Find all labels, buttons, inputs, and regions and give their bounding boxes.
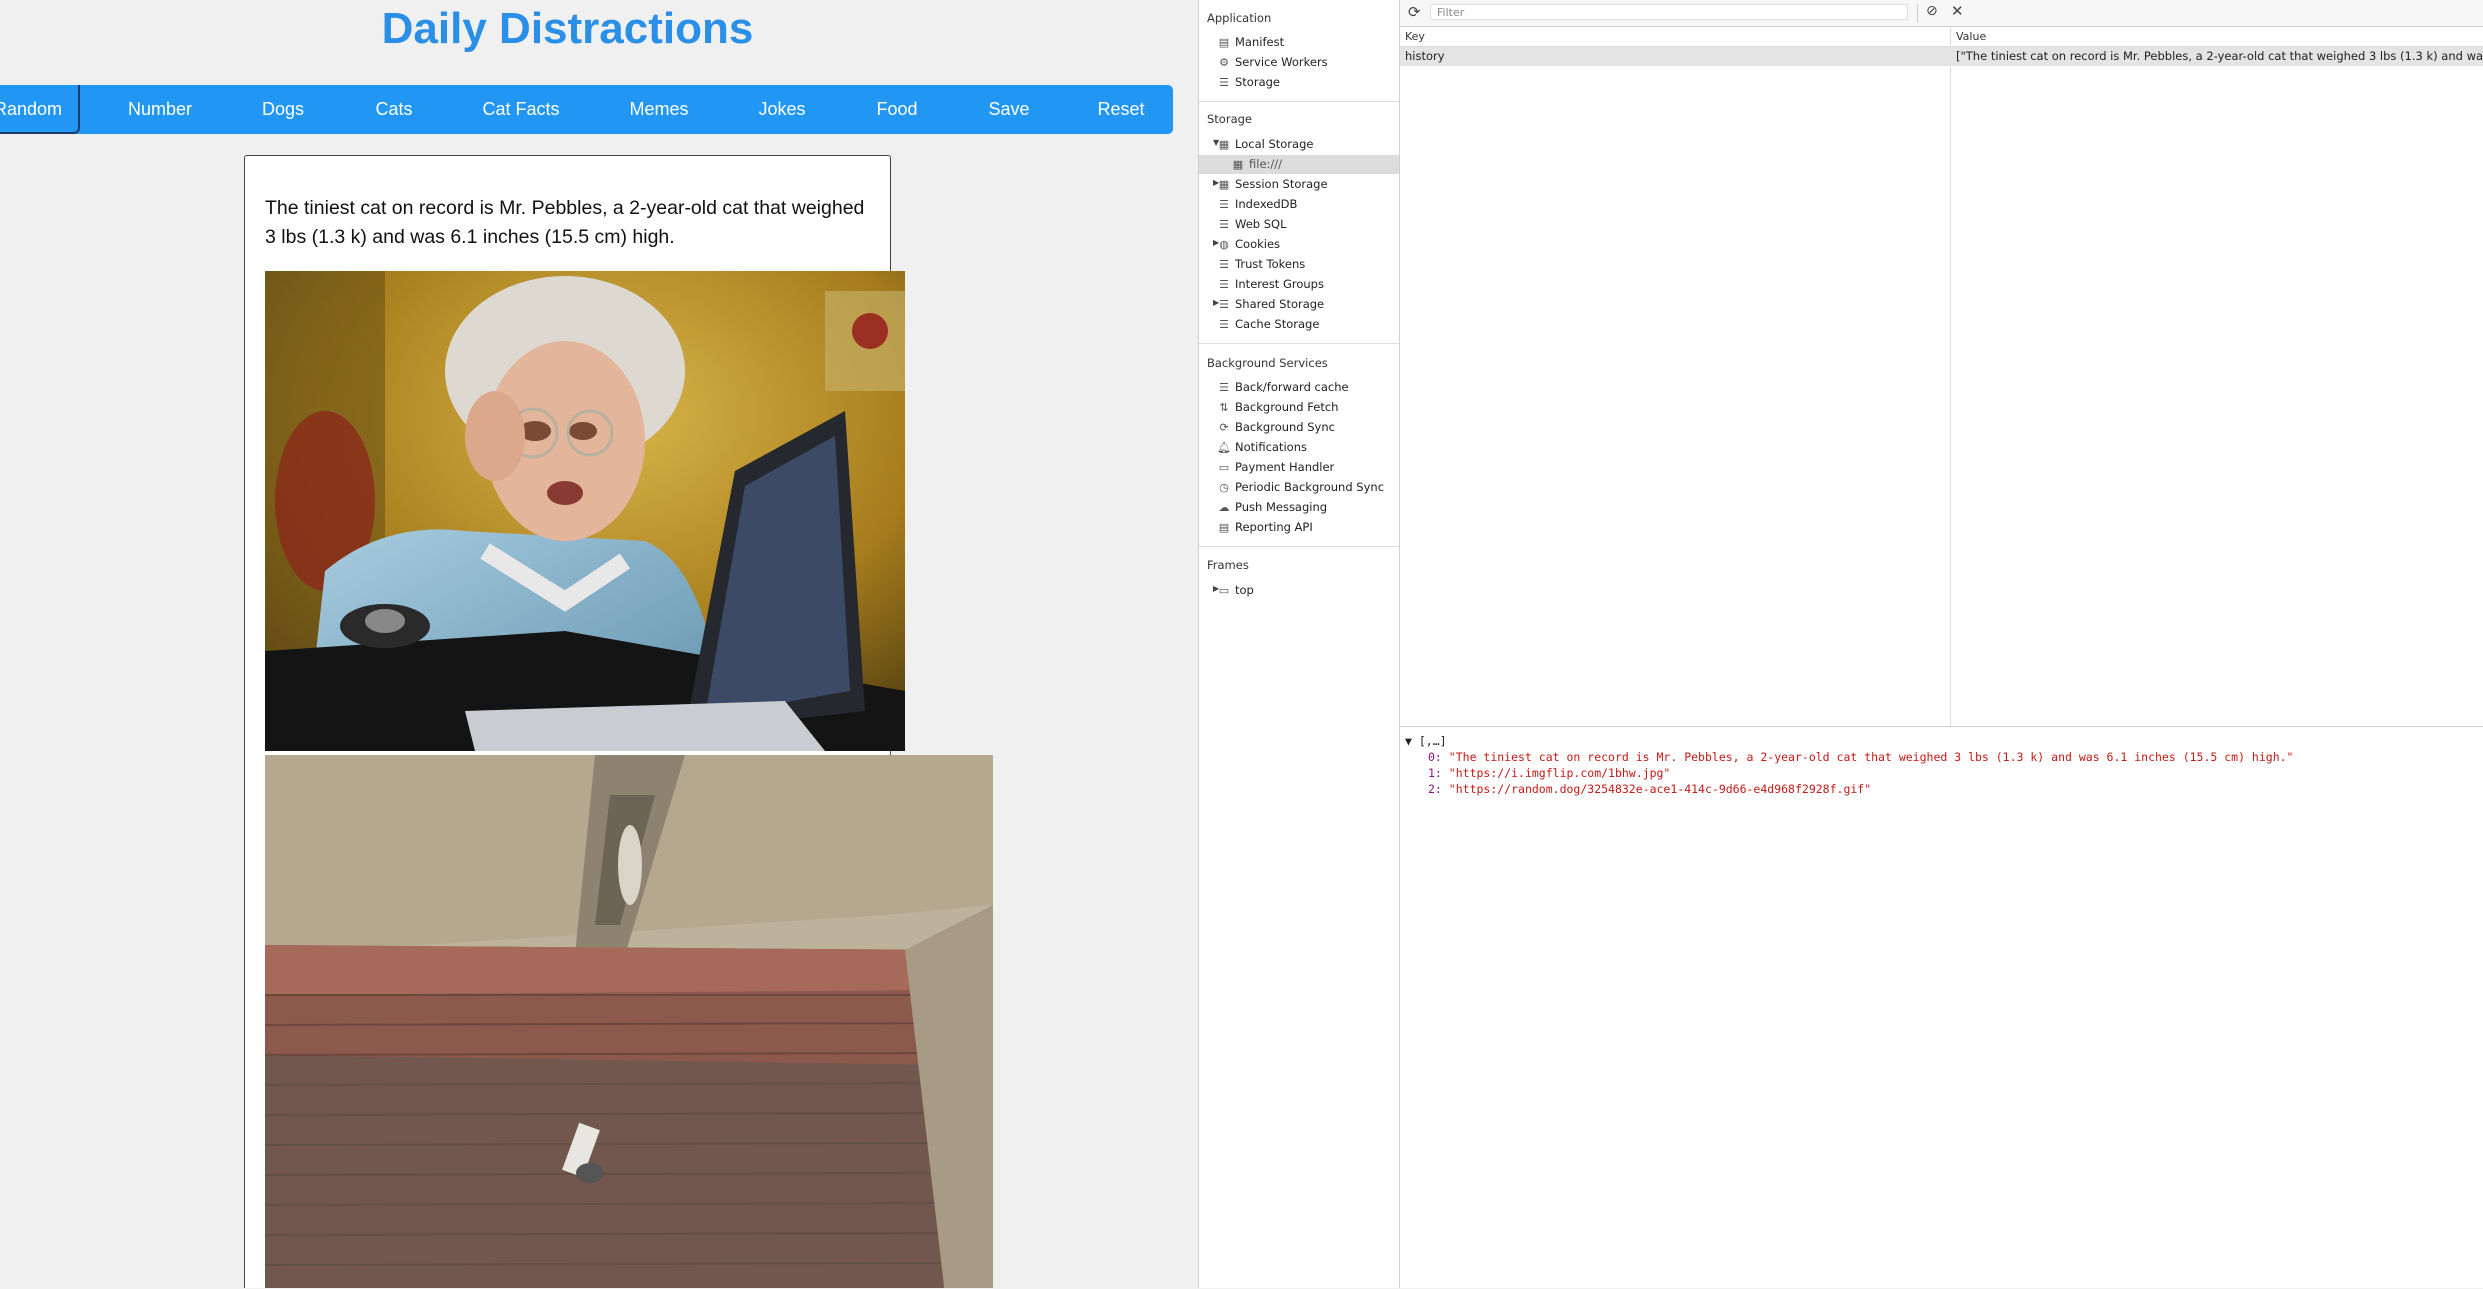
arrows-updown-icon: ⇅ xyxy=(1219,401,1229,414)
delete-selected-icon[interactable]: ✕ xyxy=(1951,2,1964,20)
cat-fact-text: The tiniest cat on record is Mr. Pebbles… xyxy=(265,197,865,248)
preview-item: 0: "The tiniest cat on record is Mr. Peb… xyxy=(1428,750,2294,764)
table-header: Key Value xyxy=(1400,27,2483,47)
file-icon: ▤ xyxy=(1218,521,1230,534)
value-column-header[interactable]: Value xyxy=(1956,30,1986,43)
sidebar-item-notifications[interactable]: 🔔︎ Notifications xyxy=(1217,437,1307,457)
frames-header: Frames xyxy=(1207,558,1249,572)
sidebar-item-storage[interactable]: ☰ Storage xyxy=(1217,72,1280,92)
sidebar-item-bfcache[interactable]: ☰ Back/forward cache xyxy=(1217,377,1349,397)
bell-icon: 🔔︎ xyxy=(1217,441,1231,454)
section-divider xyxy=(1199,546,1399,547)
section-divider xyxy=(1199,101,1399,102)
dog-gif-image xyxy=(265,755,993,1288)
key-column-header[interactable]: Key xyxy=(1405,30,1425,43)
storage-view: ⟳ ⊘ ✕ Key Value history ["The tiniest ca… xyxy=(1400,0,2483,1288)
sidebar-item-indexeddb[interactable]: ☰ IndexedDB xyxy=(1217,194,1297,214)
application-sidebar: Application ▤ Manifest ⚙ Service Workers ☰… xyxy=(1199,0,1400,1288)
sidebar-item-reporting-api[interactable]: ▤ Reporting API xyxy=(1217,517,1313,537)
database-icon: ☰ xyxy=(1219,258,1229,271)
sync-icon: ⟳ xyxy=(1219,421,1229,434)
preview-item: 2: "https://random.dog/3254832e-ace1-414… xyxy=(1428,782,1872,796)
file-icon: ▤ xyxy=(1218,36,1230,49)
nav-reset[interactable]: Reset xyxy=(1097,85,1144,134)
devtools-panel: Application ▤ Manifest ⚙ Service Workers ☰… xyxy=(1198,0,2483,1288)
database-icon: ☰ xyxy=(1219,298,1229,311)
sidebar-item-session-storage[interactable]: ▦ Session Storage xyxy=(1217,174,1328,194)
frame-icon: ▭ xyxy=(1218,584,1230,597)
database-icon: ☰ xyxy=(1219,198,1229,211)
sidebar-item-local-storage[interactable]: ▦ Local Storage xyxy=(1217,134,1314,154)
row-value: ["The tiniest cat on record is Mr. Pebbl… xyxy=(1956,49,2483,63)
refresh-icon[interactable]: ⟳ xyxy=(1408,3,1421,21)
nav-cats[interactable]: Cats xyxy=(375,85,412,134)
sidebar-item-interest-groups[interactable]: ☰ Interest Groups xyxy=(1217,274,1324,294)
cloud-icon: ☁ xyxy=(1218,501,1230,514)
sidebar-item-cache-storage[interactable]: ☰ Cache Storage xyxy=(1217,314,1319,334)
row-key: history xyxy=(1405,49,1445,63)
table-row[interactable]: history ["The tiniest cat on record is M… xyxy=(1400,47,2483,66)
column-divider[interactable] xyxy=(1950,27,1951,727)
sidebar-item-background-fetch[interactable]: ⇅ Background Fetch xyxy=(1217,397,1338,417)
storage-toolbar: ⟳ ⊘ ✕ xyxy=(1400,0,2483,27)
sidebar-item-frame-top[interactable]: ▭ top xyxy=(1217,580,1254,600)
preview-item: 1: "https://i.imgflip.com/1bhw.jpg" xyxy=(1428,766,1671,780)
application-section-header: Application xyxy=(1207,11,1272,25)
database-icon: ☰ xyxy=(1219,278,1229,291)
section-divider xyxy=(1199,343,1399,344)
nav-dogs[interactable]: Dogs xyxy=(262,85,304,134)
grid-icon: ▦ xyxy=(1232,158,1244,171)
sidebar-item-trust-tokens[interactable]: ☰ Trust Tokens xyxy=(1217,254,1305,274)
sidebar-item-periodic-sync[interactable]: ◷ Periodic Background Sync xyxy=(1217,477,1384,497)
nav-food[interactable]: Food xyxy=(876,85,917,134)
nav-number[interactable]: Number xyxy=(128,85,192,134)
database-icon: ☰ xyxy=(1219,318,1229,331)
cookie-icon: ◍ xyxy=(1219,238,1229,251)
nav-random[interactable]: Random xyxy=(0,85,62,134)
sidebar-item-websql[interactable]: ☰ Web SQL xyxy=(1217,214,1286,234)
web-page: Daily Distractions Random Number Dogs Ca… xyxy=(0,0,1182,1288)
sidebar-item-service-workers[interactable]: ⚙ Service Workers xyxy=(1217,52,1328,72)
background-services-header: Background Services xyxy=(1207,356,1328,370)
page-title: Daily Distractions xyxy=(381,4,754,53)
preview-array-head[interactable]: ▼ [,…] xyxy=(1405,734,1447,748)
meme-image xyxy=(265,271,905,751)
nav-save[interactable]: Save xyxy=(988,85,1029,134)
nav-memes[interactable]: Memes xyxy=(629,85,688,134)
grid-icon: ▦ xyxy=(1218,178,1230,191)
sidebar-item-background-sync[interactable]: ⟳ Background Sync xyxy=(1217,417,1335,437)
database-icon: ☰ xyxy=(1219,76,1229,89)
sidebar-item-push-messaging[interactable]: ☁ Push Messaging xyxy=(1217,497,1328,517)
database-icon: ☰ xyxy=(1219,381,1229,394)
selected-row-highlight xyxy=(1199,155,1399,174)
clear-all-icon[interactable]: ⊘ xyxy=(1926,3,1938,19)
clock-icon: ◷ xyxy=(1219,481,1229,494)
storage-section-header: Storage xyxy=(1207,112,1252,126)
toolbar-divider xyxy=(1917,4,1918,22)
sidebar-item-shared-storage[interactable]: ☰ Shared Storage xyxy=(1217,294,1324,314)
grid-icon: ▦ xyxy=(1218,138,1230,151)
value-preview: ▼ [,…] 0: "The tiniest cat on record is … xyxy=(1400,726,2483,1289)
database-icon: ☰ xyxy=(1219,218,1229,231)
nav-jokes[interactable]: Jokes xyxy=(758,85,805,134)
sidebar-item-manifest[interactable]: ▤ Manifest xyxy=(1217,32,1284,52)
sidebar-item-local-file[interactable]: ▦ file:/// xyxy=(1231,154,1282,174)
gear-icon: ⚙ xyxy=(1219,56,1229,69)
sidebar-item-payment-handler[interactable]: ▭ Payment Handler xyxy=(1217,457,1335,477)
nav-bar: Random Number Dogs Cats Cat Facts Memes … xyxy=(0,85,1173,134)
card-icon: ▭ xyxy=(1218,461,1230,474)
key-value-table: Key Value history ["The tiniest cat on r… xyxy=(1400,27,2483,727)
nav-cat-facts[interactable]: Cat Facts xyxy=(482,85,559,134)
filter-input[interactable] xyxy=(1430,4,1908,20)
sidebar-item-cookies[interactable]: ◍ Cookies xyxy=(1217,234,1280,254)
